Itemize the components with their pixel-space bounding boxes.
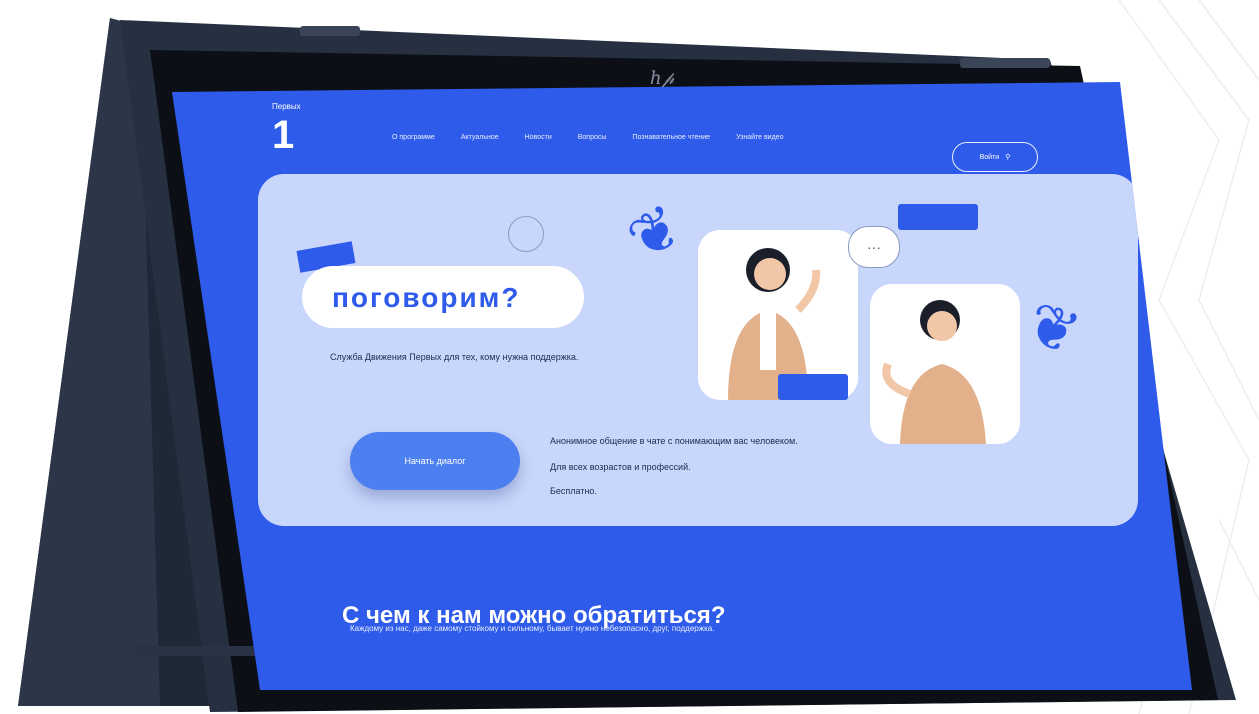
person-card-man xyxy=(870,284,1020,444)
main-nav: О программе Актуальное Новости Вопросы П… xyxy=(392,134,783,141)
nav-item-news[interactable]: Новости xyxy=(525,134,552,141)
hp-logo-icon: ℎ𝓅 xyxy=(650,68,675,89)
feature-text-2: Для всех возрастов и профессий. xyxy=(550,462,691,472)
typing-bubble: ··· xyxy=(848,226,900,268)
search-button-label: Войти xyxy=(979,153,1000,161)
website: Первых 1 О программе Актуальное Новости … xyxy=(172,82,1192,690)
section-description: Каждому из нас, даже самому стойкому и с… xyxy=(350,624,715,633)
search-icon: ⚲ xyxy=(1005,154,1011,161)
nav-item-about[interactable]: О программе xyxy=(392,134,435,141)
search-button[interactable]: Войти ⚲ xyxy=(952,142,1038,172)
feature-text-3: Бесплатно. xyxy=(550,486,597,496)
nav-item-reading[interactable]: Познавательное чтение xyxy=(632,134,710,141)
hero-section: поговорим? Служба Движения Первых для те… xyxy=(258,174,1138,526)
logo-caption: Первых xyxy=(272,102,301,111)
hero-headline: поговорим? xyxy=(332,282,521,313)
feature-text-1: Анонимное общение в чате с понимающим ва… xyxy=(550,436,798,446)
thought-icon xyxy=(508,216,544,252)
nav-item-video[interactable]: Узнайте видео xyxy=(736,134,783,141)
man-figure-icon xyxy=(882,300,986,444)
site-logo[interactable]: Первых 1 xyxy=(272,102,301,155)
headline-bubble: поговорим? xyxy=(302,266,584,328)
leaf-icon: ❦ xyxy=(1018,288,1089,369)
chat-chip xyxy=(778,374,848,400)
hero-description: Служба Движения Первых для тех, кому нуж… xyxy=(330,352,579,362)
chat-chip xyxy=(898,204,978,230)
logo-mark-icon: 1 xyxy=(272,113,295,157)
nav-item-actual[interactable]: Актуальное xyxy=(461,134,499,141)
start-dialog-button[interactable]: Начать диалог xyxy=(350,432,520,490)
nav-item-questions[interactable]: Вопросы xyxy=(578,134,607,141)
leaf-icon: ❦ xyxy=(616,190,694,275)
